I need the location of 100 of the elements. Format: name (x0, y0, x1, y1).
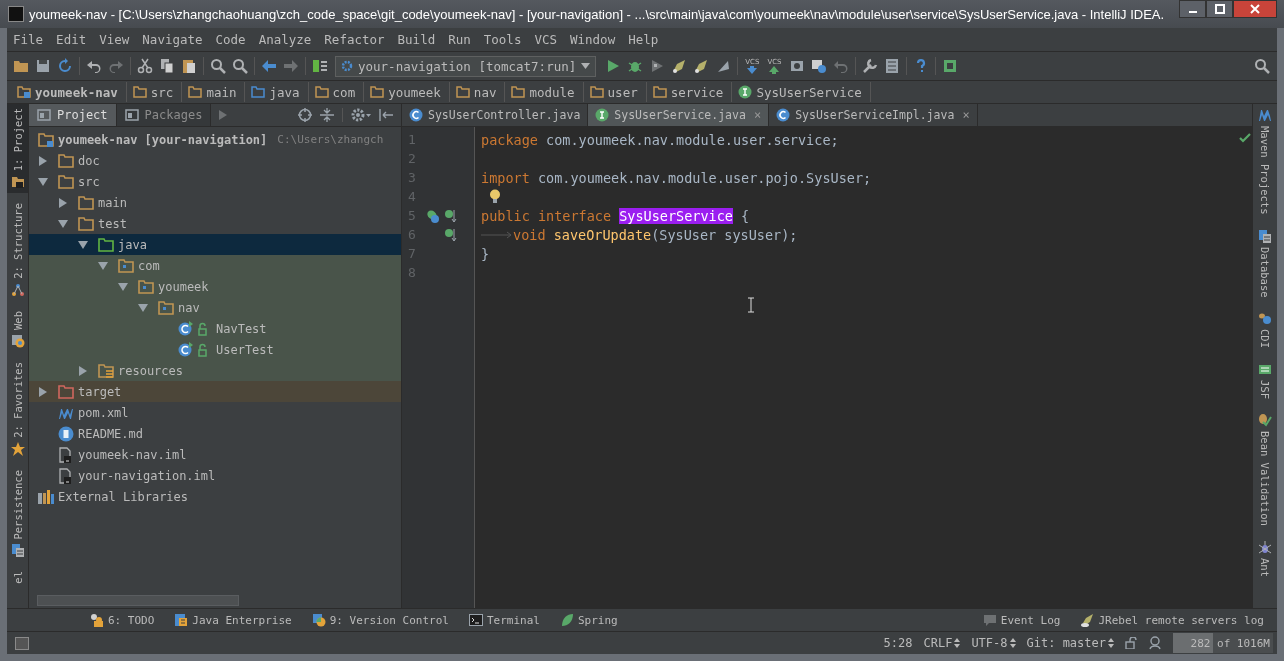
tool-window-tab[interactable]: Spring (556, 613, 621, 627)
tree-item[interactable]: nav (29, 297, 401, 318)
scissors-icon[interactable] (137, 58, 153, 74)
copy-icon[interactable] (159, 58, 175, 74)
tree-item[interactable]: resources (29, 360, 401, 381)
menu-item[interactable]: Refactor (324, 32, 391, 47)
folder-icon[interactable] (13, 58, 29, 74)
expand-arrow-icon[interactable] (78, 365, 88, 376)
rocket-icon[interactable] (671, 58, 688, 74)
expand-arrow-icon[interactable] (38, 155, 48, 166)
maximize-button[interactable] (1206, 0, 1233, 18)
menu-item[interactable]: Build (397, 32, 442, 47)
expand-arrow-icon[interactable] (98, 260, 108, 271)
tree-item[interactable]: NavTest (29, 318, 401, 339)
close-button[interactable] (1233, 0, 1277, 18)
tree-item[interactable]: youmeek (29, 276, 401, 297)
expand-arrow-icon[interactable] (78, 239, 88, 250)
lightbulb-icon[interactable] (489, 189, 501, 204)
breadcrumb-item[interactable]: main (184, 82, 246, 102)
menu-item[interactable]: Analyze (258, 32, 318, 47)
settings-icon[interactable] (861, 58, 878, 74)
menu-item[interactable]: Help (628, 32, 665, 47)
more-arrow-icon[interactable] (219, 110, 228, 120)
panel-tab[interactable]: Project (29, 104, 117, 126)
scrollbar-thumb[interactable] (37, 595, 239, 606)
tool-window-tab[interactable]: Ant (1253, 535, 1277, 581)
redo-icon[interactable] (108, 58, 124, 74)
sync-icon[interactable] (57, 58, 73, 74)
menu-item[interactable]: Window (570, 32, 622, 47)
tool-window-tab[interactable]: Database (1253, 224, 1277, 302)
tool-window-tab[interactable]: CDI (1253, 307, 1277, 353)
line-separator-selector[interactable]: CRLF (923, 636, 961, 650)
breadcrumb-item[interactable]: nav (451, 82, 506, 102)
magnifier-icon[interactable] (232, 58, 248, 74)
expand-arrow-icon[interactable] (38, 386, 48, 397)
tree-item[interactable]: test (29, 213, 401, 234)
breadcrumb-item[interactable]: src (128, 82, 183, 102)
undo-icon[interactable] (86, 58, 102, 74)
tool-window-tab[interactable]: Bean Validation (1253, 409, 1277, 530)
breadcrumb-item[interactable]: service (648, 82, 733, 102)
breadcrumb-item[interactable]: youmeek (366, 82, 450, 102)
tool-window-tab[interactable]: Maven Projects (1253, 104, 1277, 219)
menu-item[interactable]: Code (215, 32, 252, 47)
expand-arrow-icon[interactable] (58, 218, 68, 229)
tree-item[interactable]: java (29, 234, 401, 255)
tool-window-tab[interactable]: 9: Version Control (308, 613, 452, 627)
menu-item[interactable]: VCS (534, 32, 563, 47)
tool-window-tab[interactable]: Terminal (465, 613, 543, 627)
panel-tab[interactable]: Packages (116, 104, 212, 126)
back-arrow-icon[interactable] (261, 58, 277, 74)
caret-position[interactable]: 5:28 (883, 636, 913, 650)
run-configuration-dropdown[interactable]: your-navigation [tomcat7:run] (335, 55, 597, 77)
forward-arrow-icon[interactable] (283, 58, 299, 74)
tool-window-tab[interactable]: Persistence (7, 465, 28, 562)
expand-arrow-icon[interactable] (58, 197, 68, 208)
tool-window-tab[interactable]: 6: TODO (87, 613, 158, 627)
locate-icon[interactable] (298, 108, 312, 122)
tree-item[interactable]: External Libraries (29, 486, 401, 507)
tool-window-tab[interactable]: 1: Project (7, 104, 28, 194)
breadcrumb-item[interactable]: SysUserService (734, 82, 871, 102)
tool-window-tab[interactable]: JRebel remote servers log (1077, 613, 1267, 627)
tool-window-tab[interactable]: el (7, 567, 28, 589)
expand-arrow-icon[interactable] (38, 176, 48, 187)
tool-window-tab[interactable]: 2: Structure (7, 199, 28, 302)
tree-item[interactable]: youmeek-nav [your-navigation] C:\Users\zhangch (29, 129, 401, 150)
menu-item[interactable]: View (99, 32, 136, 47)
tree-item[interactable]: README.md (29, 423, 401, 444)
lock-icon[interactable] (1125, 637, 1137, 649)
inspector-icon[interactable] (1148, 636, 1162, 650)
hide-panel-icon[interactable] (379, 108, 393, 122)
tree-item[interactable]: target (29, 381, 401, 402)
breadcrumb-item[interactable]: com (310, 82, 365, 102)
editor-tab[interactable]: SysUserService.java × (588, 104, 770, 126)
breadcrumb-item[interactable]: youmeek-nav (13, 82, 127, 102)
search-icon[interactable] (1254, 58, 1270, 74)
tree-item[interactable]: com (29, 255, 401, 276)
compare-icon[interactable] (810, 58, 827, 74)
breadcrumb-item[interactable]: user (585, 82, 647, 102)
expand-arrow-icon[interactable] (138, 302, 148, 313)
tree-item[interactable]: main (29, 192, 401, 213)
menu-item[interactable]: Edit (56, 32, 93, 47)
memory-indicator[interactable]: 282 of 1016M (1173, 633, 1273, 653)
tool-window-tab[interactable]: 2: Favorites (7, 358, 28, 460)
collapse-all-icon[interactable] (320, 108, 334, 122)
breadcrumb-item[interactable]: java (247, 82, 309, 102)
tool-window-tab[interactable]: Event Log (979, 613, 1064, 627)
tool-window-tab[interactable]: Java Enterprise (171, 613, 295, 627)
close-tab-button[interactable]: × (962, 108, 970, 122)
breadcrumb-item[interactable]: module (507, 82, 584, 102)
tool-window-tab[interactable]: Web (7, 307, 28, 353)
tree-item[interactable]: pom.xml (29, 402, 401, 423)
git-branch-selector[interactable]: Git: master (1026, 636, 1114, 650)
search-icon[interactable] (210, 58, 226, 74)
clipboard-icon[interactable] (181, 58, 197, 74)
encoding-selector[interactable]: UTF-8 (971, 636, 1016, 650)
tool-window-tab[interactable]: JSF (1253, 358, 1277, 404)
menu-item[interactable]: Tools (483, 32, 528, 47)
settings-icon[interactable] (351, 108, 371, 122)
tree-item[interactable]: UserTest (29, 339, 401, 360)
menu-item[interactable]: Run (448, 32, 477, 47)
